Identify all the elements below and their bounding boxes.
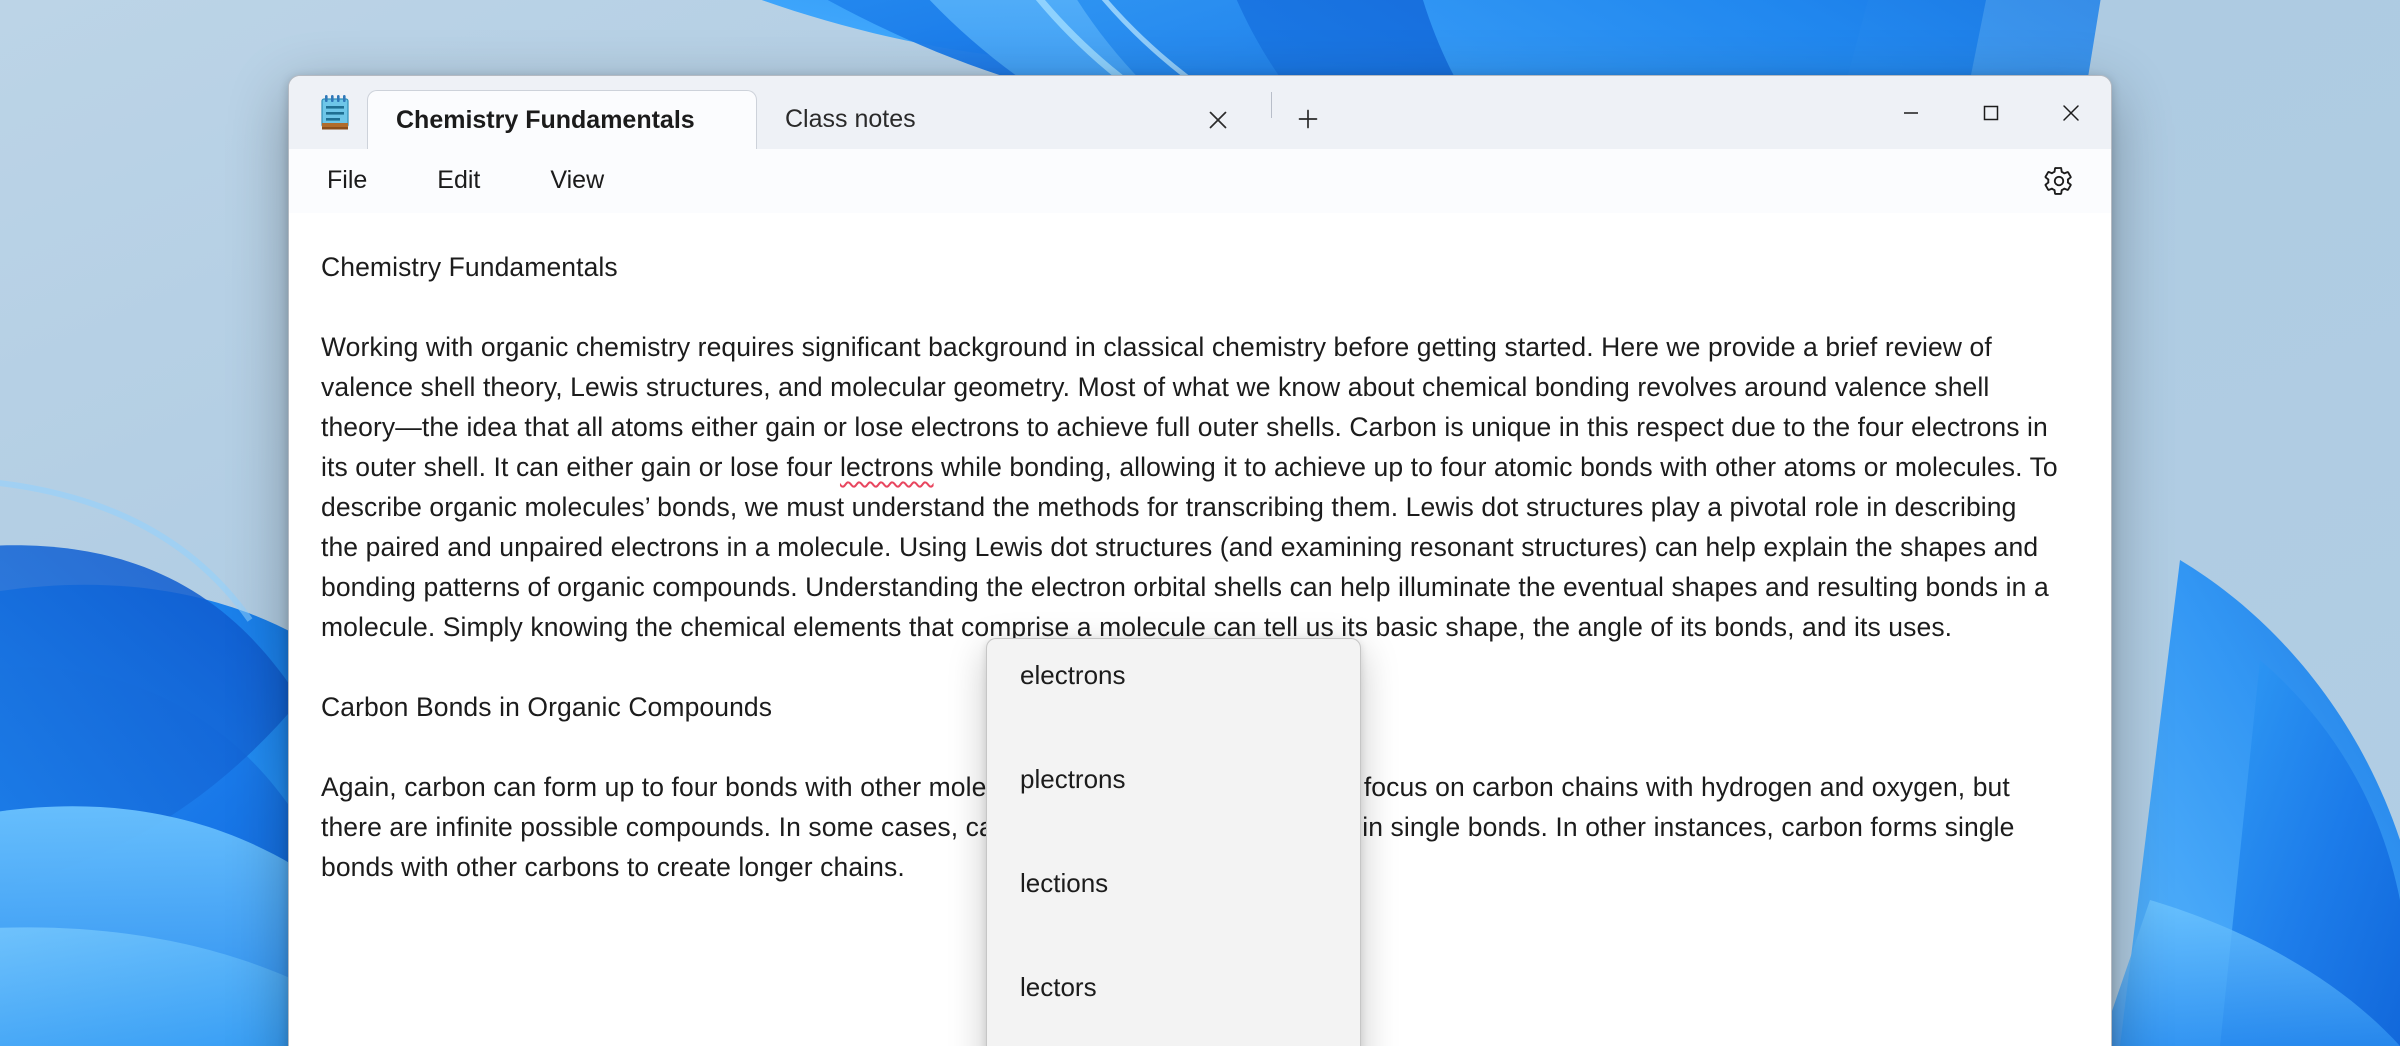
close-window-button[interactable] [2031, 76, 2111, 149]
maximize-icon [1980, 102, 2002, 124]
desktop: Chemistry Fundamentals Class notes [0, 0, 2400, 1046]
new-tab-icon[interactable] [1286, 97, 1330, 141]
document-title-line: Chemistry Fundamentals [321, 247, 2059, 287]
suggestion-spacer [987, 909, 1360, 961]
menu-item-edit[interactable]: Edit [413, 156, 504, 205]
tab-class-notes[interactable]: Class notes [757, 90, 1257, 149]
suggestion-item[interactable]: electrons [987, 649, 1360, 701]
tab-label: Chemistry Fundamentals [396, 106, 695, 135]
document-paragraph-1: Working with organic chemistry requires … [321, 327, 2059, 647]
menu-item-view[interactable]: View [526, 156, 628, 205]
notepad-app-icon [303, 76, 367, 149]
notepad-window: Chemistry Fundamentals Class notes [288, 75, 2112, 1046]
spellcheck-suggestion-menu: electrons plectrons lections lectors ele… [986, 638, 1361, 1046]
close-icon [2060, 102, 2082, 124]
suggestion-spacer [987, 701, 1360, 753]
suggestion-item[interactable]: lections [987, 857, 1360, 909]
suggestion-spacer [987, 1013, 1360, 1046]
suggestion-item[interactable]: lectors [987, 961, 1360, 1013]
tab-close-icon[interactable] [1197, 99, 1239, 141]
tab-label: Class notes [785, 105, 916, 134]
maximize-button[interactable] [1951, 76, 2031, 149]
window-caption-buttons [1871, 76, 2111, 149]
suggestion-spacer [987, 805, 1360, 857]
settings-button[interactable] [2033, 155, 2085, 207]
suggestion-item[interactable]: plectrons [987, 753, 1360, 805]
tab-chemistry-fundamentals[interactable]: Chemistry Fundamentals [367, 90, 757, 149]
minimize-icon [1900, 102, 1922, 124]
minimize-button[interactable] [1871, 76, 1951, 149]
gear-icon [2044, 166, 2074, 196]
title-bar: Chemistry Fundamentals Class notes [289, 76, 2111, 149]
misspelled-word[interactable]: lectrons [840, 452, 934, 482]
menu-bar: File Edit View [289, 149, 2111, 213]
notepad-icon [317, 93, 353, 133]
menu-item-file[interactable]: File [303, 156, 391, 205]
text-editor-area[interactable]: Chemistry Fundamentals Working with orga… [289, 213, 2111, 1046]
tab-strip-divider [1271, 92, 1272, 118]
